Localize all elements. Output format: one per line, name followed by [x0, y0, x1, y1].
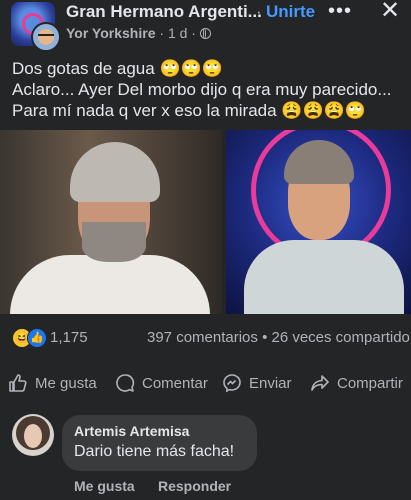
comment-bubble[interactable]: Artemis Artemisa Dario tiene más facha!: [62, 415, 257, 471]
commenter-avatar[interactable]: [12, 414, 54, 456]
post-photo-right[interactable]: [226, 130, 411, 314]
post-text-line: Para mí nada q ver x eso la mirada 😩😩😩🙄: [12, 101, 366, 120]
like-label: Me gusta: [35, 374, 97, 392]
post-photo-left[interactable]: [0, 130, 222, 314]
like-reaction-icon: 👍: [27, 328, 47, 348]
comment-author[interactable]: Artemis Artemisa: [74, 423, 189, 439]
share-button[interactable]: Compartir: [310, 368, 403, 398]
meta-separator: ·: [159, 25, 168, 41]
post-header: Gran Hermano Argenti... · Unirte ••• ✕ Y…: [0, 0, 411, 52]
reaction-count: 1,175: [50, 329, 88, 346]
post-text-line: Aclaro... Ayer Del morbo dijo q era muy …: [12, 80, 392, 99]
like-button[interactable]: Me gusta: [8, 368, 97, 398]
send-button[interactable]: Enviar: [222, 368, 292, 398]
avatar-face: [24, 424, 42, 448]
post-text-line: Dos gotas de agua 🙄🙄🙄: [12, 59, 223, 78]
photo-shirt: [10, 255, 210, 314]
share-label: Compartir: [337, 374, 403, 392]
author-line: Yor Yorkshire · 1 d ·: [66, 25, 211, 41]
more-dots-icon[interactable]: •••: [328, 0, 352, 23]
join-group-button[interactable]: Unirte: [266, 2, 315, 22]
author-avatar[interactable]: [31, 22, 61, 52]
photo-beard: [82, 222, 146, 262]
thumbs-up-icon: [8, 373, 28, 393]
author-name[interactable]: Yor Yorkshire: [66, 25, 155, 41]
header-separator: ·: [256, 2, 262, 21]
comment-like-button[interactable]: Me gusta: [74, 478, 135, 494]
photo-hair: [70, 142, 160, 202]
avatar-glasses: [38, 34, 54, 40]
globe-icon: [199, 28, 211, 39]
close-icon[interactable]: ✕: [380, 0, 400, 25]
send-label: Enviar: [249, 374, 292, 392]
messenger-icon: [222, 373, 242, 393]
comment-bubble-icon: [115, 373, 135, 393]
post-timestamp[interactable]: 1 d: [168, 25, 187, 41]
meta-separator: ·: [191, 25, 200, 41]
comment-reply-button[interactable]: Responder: [158, 478, 231, 494]
photo-shirt: [244, 240, 404, 314]
comment-label: Comentar: [142, 374, 208, 392]
comment-text: Dario tiene más facha!: [74, 443, 235, 460]
share-arrow-icon: [310, 373, 330, 393]
comment-button[interactable]: Comentar: [115, 368, 208, 398]
group-name[interactable]: Gran Hermano Argenti...: [66, 2, 262, 22]
post-text: Dos gotas de agua 🙄🙄🙄 Aclaro... Ayer Del…: [12, 58, 404, 121]
action-bar: Me gusta Comentar Enviar Compartir: [0, 368, 411, 398]
comments-shares-count[interactable]: 397 comentarios • 26 veces compartido: [147, 329, 410, 346]
